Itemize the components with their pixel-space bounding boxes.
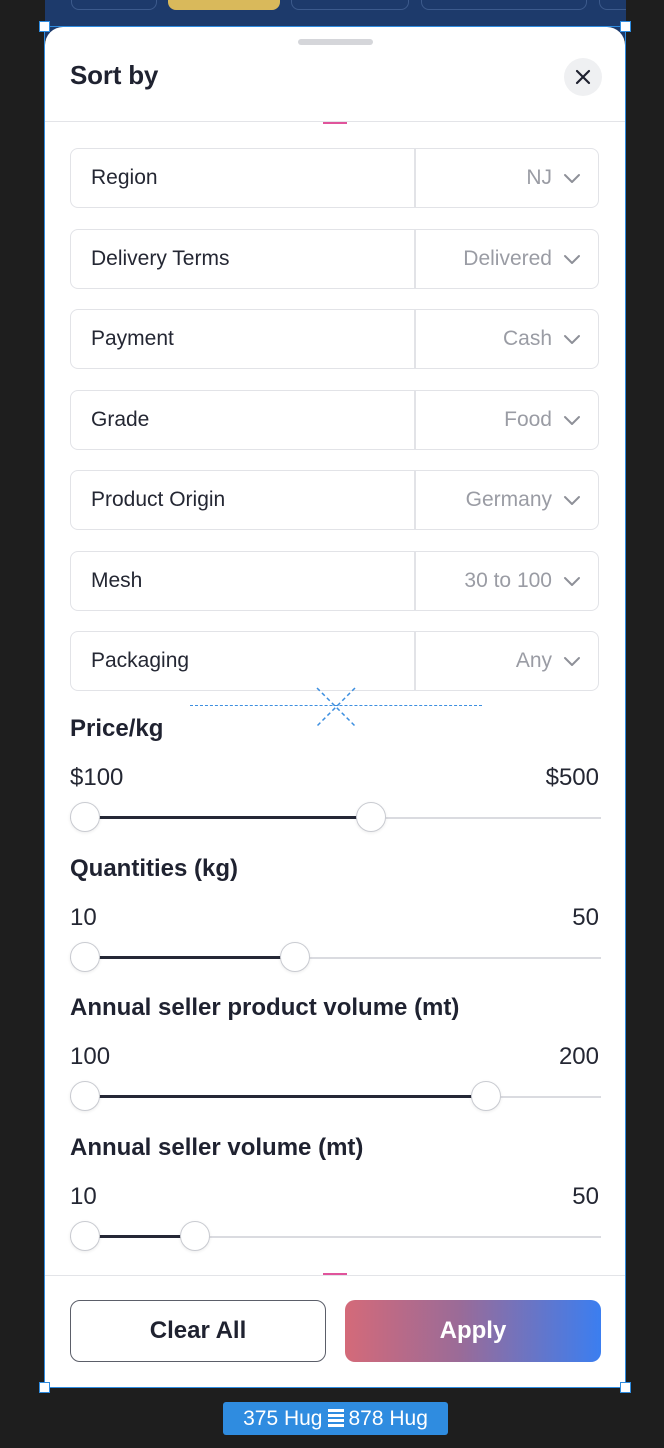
footer-divider — [45, 1275, 625, 1276]
size-badge: 375 Hug 878 Hug — [223, 1402, 448, 1435]
filter-region-dropdown[interactable]: Region NJ — [70, 148, 599, 208]
filter-grade-dropdown[interactable]: Grade Food — [70, 389, 599, 450]
filter-label: Grade — [91, 407, 150, 431]
height-hug-label: 878 Hug — [348, 1406, 428, 1430]
filter-delivery-terms-dropdown[interactable]: Delivery Terms Delivered — [70, 228, 599, 289]
slider-max-thumb[interactable] — [180, 1220, 211, 1251]
filter-value: Food — [504, 407, 552, 431]
resize-handle-bottom-left[interactable] — [39, 1382, 50, 1393]
slider-min-thumb[interactable] — [70, 1081, 100, 1111]
resize-handle-bottom-right[interactable] — [620, 1382, 631, 1393]
filter-label: Packaging — [91, 649, 190, 672]
filter-mesh-dropdown[interactable]: Mesh 30 to 100 — [70, 550, 599, 611]
chevron-down-icon — [564, 415, 580, 425]
chevron-down-icon — [564, 335, 580, 344]
background-chip — [291, 0, 409, 10]
slider-max-thumb[interactable] — [280, 941, 311, 972]
background-chip — [599, 0, 626, 10]
range-slider[interactable] — [70, 1220, 601, 1253]
resize-handle-top-right[interactable] — [620, 21, 631, 32]
slider-min-thumb[interactable] — [70, 941, 100, 972]
filter-value: NJ — [526, 166, 552, 189]
filter-product-origin-dropdown[interactable]: Product Origin Germany — [70, 470, 599, 530]
chevron-down-icon — [564, 657, 580, 666]
range-title: Price/kg — [70, 715, 164, 742]
background-chip-active — [168, 0, 280, 10]
background-chip — [421, 0, 587, 10]
chevron-down-icon — [564, 254, 580, 264]
filter-value-select[interactable]: Delivered — [416, 247, 599, 271]
vertical-stack-icon — [327, 1408, 344, 1427]
chevron-down-icon — [564, 496, 580, 505]
filter-value: Delivered — [463, 246, 552, 270]
slider-selected-range — [85, 955, 296, 959]
filter-label: Product Origin — [91, 488, 226, 511]
sort-sheet: Sort by Region NJ Delivery Terms Delivered P… — [45, 27, 625, 1387]
filter-label: Delivery Terms — [91, 246, 230, 270]
spacing-marker — [323, 122, 347, 124]
close-button[interactable] — [564, 58, 602, 96]
width-hug-label: 375 Hug — [243, 1406, 323, 1430]
range-slider[interactable] — [70, 941, 601, 974]
close-icon — [575, 69, 591, 85]
range-max-label: $500 — [545, 764, 599, 791]
background-chip — [71, 0, 157, 10]
apply-button[interactable]: Apply — [345, 1300, 601, 1362]
filter-value: 30 to 100 — [464, 568, 552, 592]
filter-value-select[interactable]: Germany — [416, 488, 599, 512]
filter-packaging-dropdown[interactable]: Packaging Any — [70, 631, 599, 691]
filter-label: Payment — [91, 327, 174, 350]
range-min-label: $100 — [70, 764, 124, 791]
range-title: Annual seller volume (mt) — [70, 1133, 364, 1161]
filter-value-select[interactable]: Food — [416, 408, 599, 432]
filter-payment-dropdown[interactable]: Payment Cash — [70, 309, 599, 369]
slider-min-thumb[interactable] — [70, 802, 100, 832]
slider-selected-range — [85, 1234, 196, 1238]
filter-value-select[interactable]: NJ — [416, 166, 599, 190]
filter-value: Cash — [502, 327, 552, 350]
range-title: Quantities (kg) — [70, 854, 239, 882]
slider-selected-range — [85, 816, 371, 819]
range-min-label: 10 — [70, 1182, 97, 1210]
resize-handle-top-left[interactable] — [39, 21, 50, 32]
clear-all-button[interactable]: Clear All — [70, 1300, 326, 1362]
slider-max-thumb[interactable] — [355, 802, 386, 832]
range-max-label: 50 — [572, 1182, 599, 1210]
filter-value-select[interactable]: 30 to 100 — [416, 569, 599, 593]
range-slider[interactable] — [70, 1081, 601, 1113]
range-min-label: 10 — [70, 903, 97, 931]
range-slider[interactable] — [70, 802, 601, 834]
range-max-label: 200 — [558, 1043, 599, 1070]
sheet-grabber[interactable] — [298, 39, 373, 45]
range-title: Annual seller product volume (mt) — [70, 994, 460, 1021]
filter-value: Germany — [465, 488, 552, 511]
filter-value-select[interactable]: Any — [416, 649, 599, 673]
sheet-title: Sort by — [70, 60, 159, 90]
range-min-label: 100 — [70, 1043, 111, 1070]
filter-value: Any — [515, 649, 552, 672]
slider-selected-range — [85, 1095, 486, 1098]
filter-label: Mesh — [91, 568, 143, 592]
chevron-down-icon — [564, 576, 580, 586]
range-max-label: 50 — [572, 903, 599, 931]
alignment-cross-icon — [316, 687, 356, 727]
filter-label: Region — [91, 166, 158, 189]
slider-max-thumb[interactable] — [470, 1081, 501, 1111]
slider-min-thumb[interactable] — [70, 1220, 100, 1251]
filter-value-select[interactable]: Cash — [416, 327, 599, 351]
chevron-down-icon — [564, 174, 580, 183]
